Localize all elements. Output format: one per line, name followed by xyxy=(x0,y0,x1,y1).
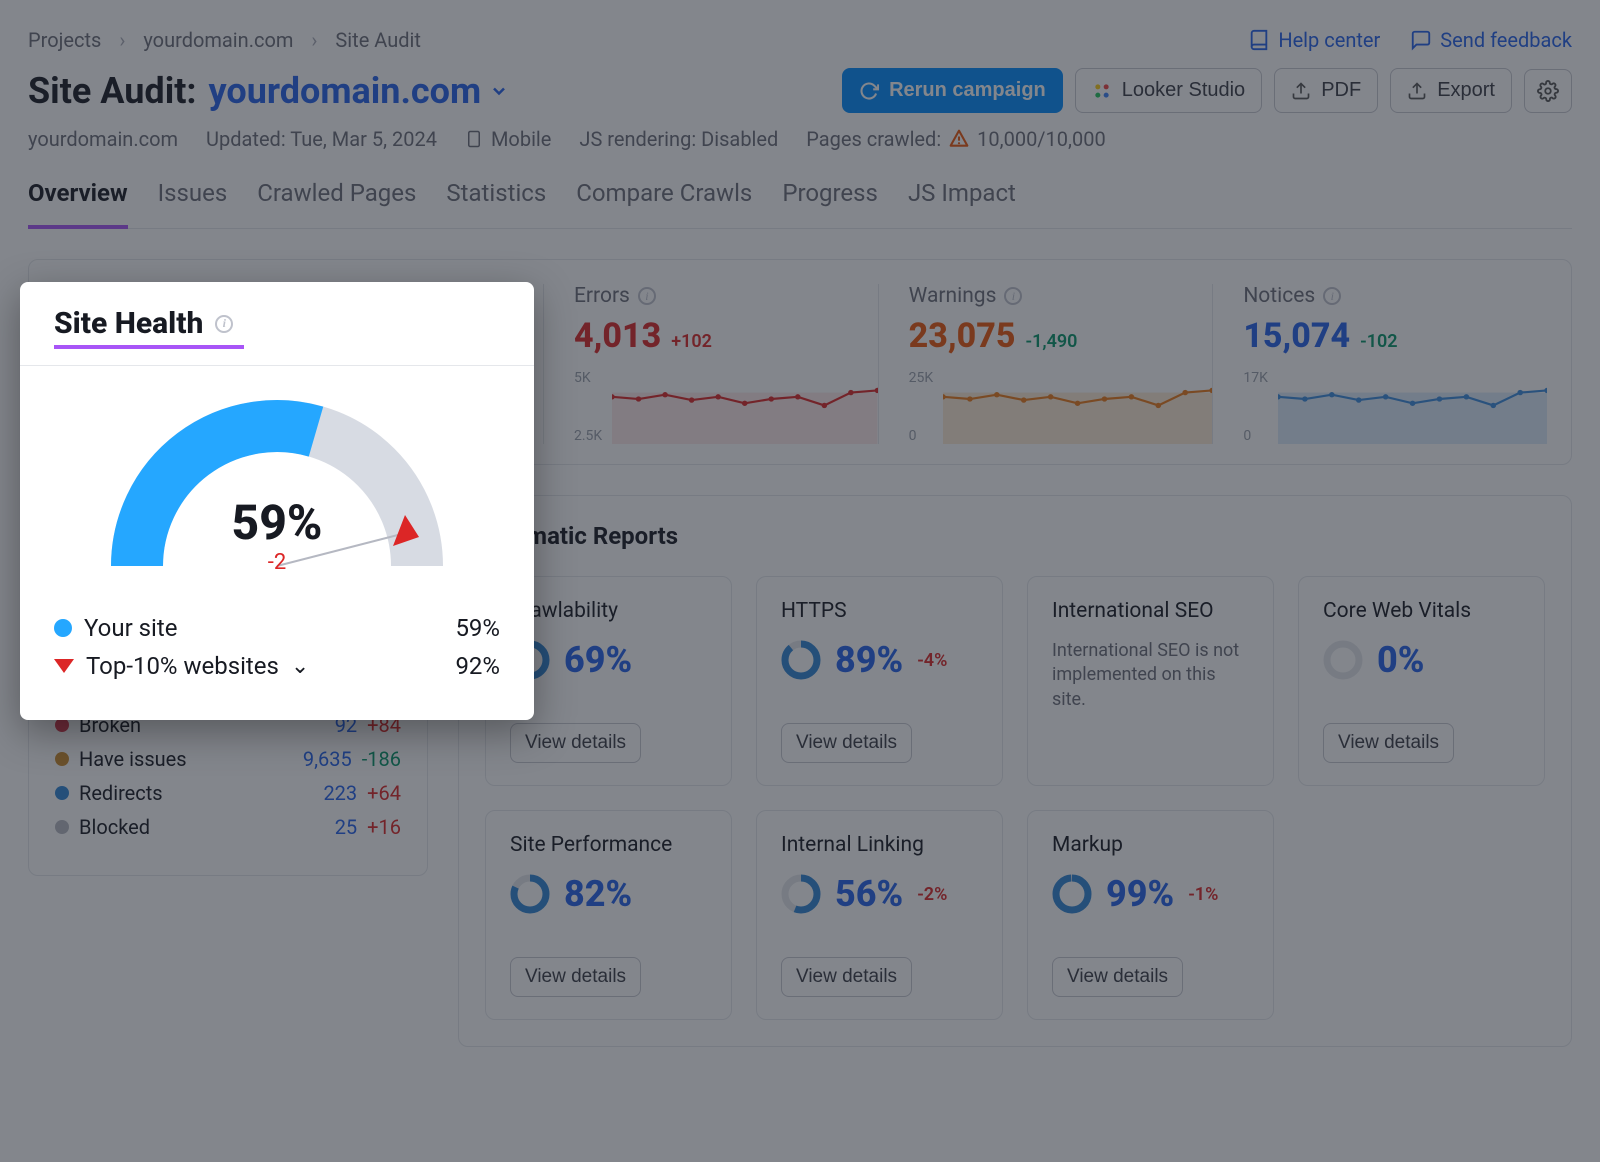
gauge-score: 59% xyxy=(97,494,457,551)
info-icon[interactable]: i xyxy=(215,315,233,333)
legend-top-10[interactable]: Top-10% websites ⌄ 92% xyxy=(54,652,500,680)
site-health-popover: Site Health i 59% -2 Your site 59% Top-1… xyxy=(20,282,534,720)
triangle-down-icon xyxy=(54,659,74,673)
title-underline xyxy=(54,345,244,349)
top-10-value: 92% xyxy=(455,652,500,680)
legend-your-site: Your site 59% xyxy=(54,614,500,642)
your-site-value: 59% xyxy=(455,614,500,642)
divider xyxy=(20,365,534,366)
dot-icon xyxy=(54,619,72,637)
gauge-delta: -2 xyxy=(97,550,457,575)
site-health-title: Site Health i xyxy=(54,306,500,341)
site-health-gauge: 59% -2 xyxy=(97,386,457,586)
chevron-down-icon: ⌄ xyxy=(291,654,309,679)
